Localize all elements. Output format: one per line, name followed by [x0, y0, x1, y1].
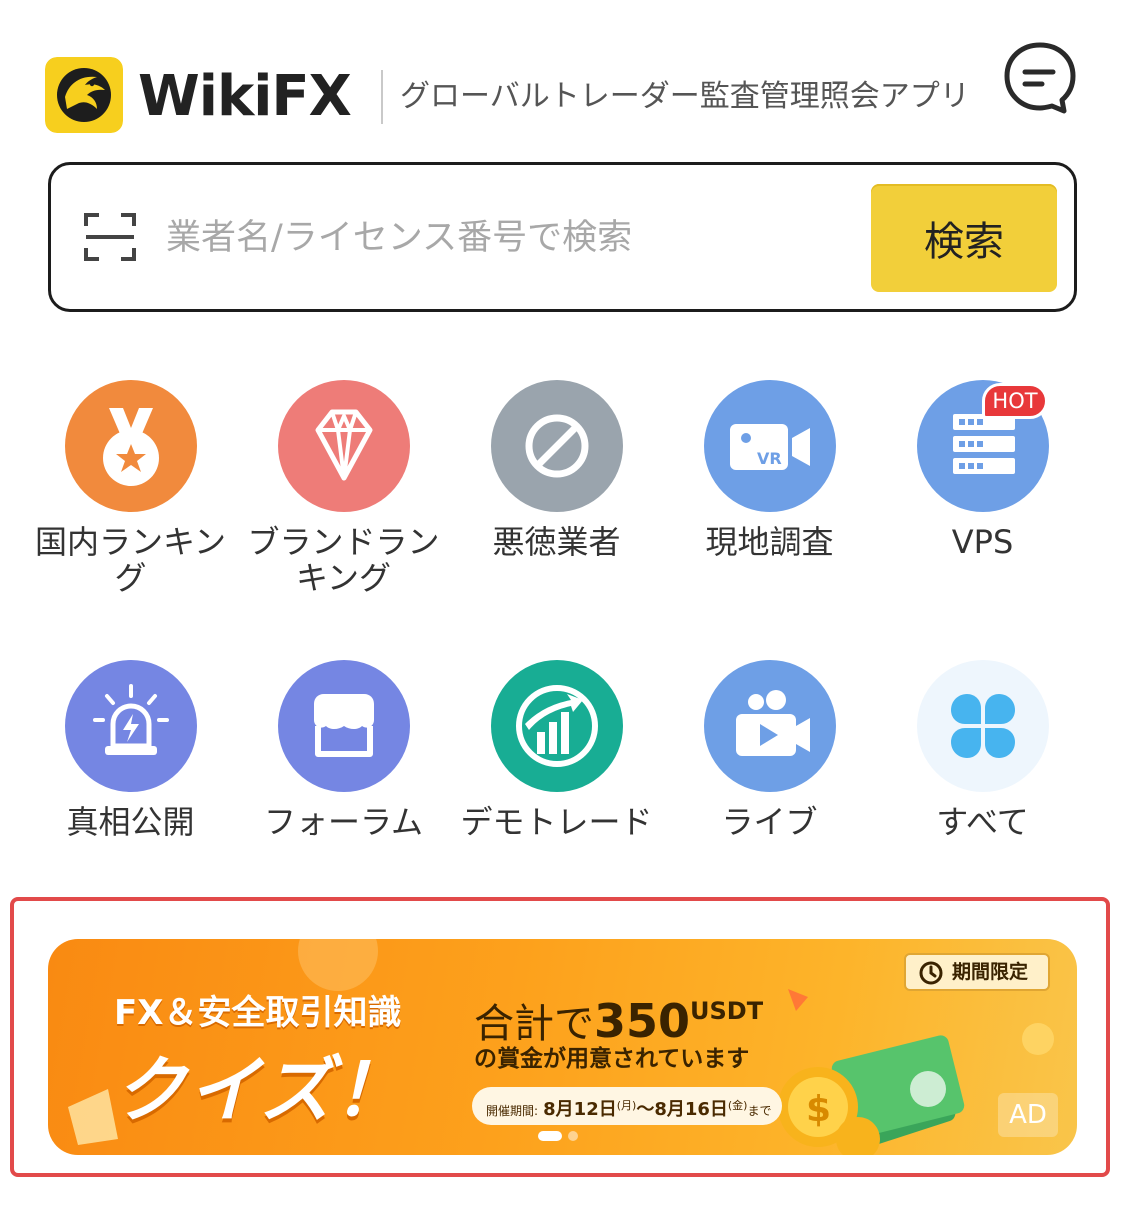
- feature-brand-ranking[interactable]: ブランドランキング: [237, 380, 450, 610]
- banner-quiz: クイズ！: [114, 1048, 408, 1132]
- period-label: 開催期間:: [486, 1104, 539, 1118]
- period-end-day: (金): [727, 1099, 748, 1112]
- live-video-icon: [704, 660, 836, 792]
- feature-forum[interactable]: フォーラム: [237, 660, 450, 880]
- diamond-icon: [278, 380, 410, 512]
- feature-domestic-ranking[interactable]: 国内ランキング: [24, 380, 237, 610]
- demo-chart-icon: [491, 660, 623, 792]
- clock-icon: [919, 961, 943, 985]
- header-divider: [381, 70, 383, 124]
- svg-text:VR: VR: [757, 449, 782, 468]
- prize-unit: USDT: [690, 997, 764, 1025]
- medal-icon: [65, 380, 197, 512]
- period-sep: ～: [636, 1099, 655, 1120]
- feature-truth-reveal[interactable]: 真相公開: [24, 660, 237, 880]
- banner-title: FX＆安全取引知識: [114, 993, 402, 1033]
- feature-live[interactable]: ライブ: [663, 660, 876, 880]
- promo-banner[interactable]: $ FX＆安全取引知識 クイズ！ 合計で350USDT の賞金が用意されています…: [48, 939, 1077, 1155]
- feature-label: 国内ランキング: [34, 523, 227, 597]
- carousel-dot[interactable]: [568, 1131, 578, 1141]
- feature-label: すべて: [936, 803, 1029, 841]
- feature-all[interactable]: すべて: [876, 660, 1089, 880]
- event-period: 開催期間: 8月12日(月)～8月16日(金)まで: [472, 1087, 782, 1125]
- prohibited-icon: [491, 380, 623, 512]
- period-start: 8月12日: [543, 1099, 617, 1120]
- hot-badge: HOT: [982, 383, 1048, 419]
- header: WikiFX グローバルトレーダー監査管理照会アプリ: [0, 0, 1125, 150]
- feature-label: ライブ: [721, 803, 818, 841]
- forum-store-icon: [278, 660, 410, 792]
- vr-camera-icon: VR: [704, 380, 836, 512]
- feature-demo-trade[interactable]: デモトレード: [450, 660, 663, 880]
- feature-label: 悪徳業者: [492, 523, 621, 561]
- home-screen: WikiFX グローバルトレーダー監査管理照会アプリ 検索 国内ランキング: [0, 0, 1125, 1214]
- brand-name: WikiFX: [138, 64, 352, 129]
- all-grid-icon: [917, 660, 1049, 792]
- search-input[interactable]: [166, 205, 856, 271]
- alarm-light-icon: [65, 660, 197, 792]
- search-button[interactable]: 検索: [871, 184, 1057, 292]
- banner-subtitle: の賞金が用意されています: [474, 1046, 750, 1072]
- period-end: 8月16日: [654, 1099, 728, 1120]
- period-suffix: まで: [747, 1104, 772, 1118]
- period-start-day: (月): [616, 1099, 637, 1112]
- feature-label: 現地調査: [705, 523, 834, 561]
- ad-label: AD: [998, 1093, 1058, 1137]
- tagline: グローバルトレーダー監査管理照会アプリ: [400, 79, 970, 114]
- feature-label: VPS: [951, 523, 1014, 561]
- feature-fraud-brokers[interactable]: 悪徳業者: [450, 380, 663, 610]
- chat-bubble-icon[interactable]: [1002, 40, 1078, 116]
- limited-label: 期間限定: [952, 961, 1029, 983]
- feature-label: フォーラム: [263, 803, 424, 841]
- scan-icon[interactable]: [83, 212, 137, 262]
- carousel-dot-active[interactable]: [538, 1131, 562, 1141]
- feature-label: デモトレード: [460, 803, 653, 841]
- eagle-logo-icon[interactable]: [45, 57, 123, 133]
- feature-label: 真相公開: [66, 803, 195, 841]
- feature-label: ブランドランキング: [247, 523, 440, 597]
- limited-time-badge: 期間限定: [904, 953, 1050, 991]
- search-bar: 検索: [48, 162, 1077, 312]
- feature-field-survey[interactable]: VR 現地調査: [663, 380, 876, 610]
- svg-text:$: $: [806, 1089, 831, 1130]
